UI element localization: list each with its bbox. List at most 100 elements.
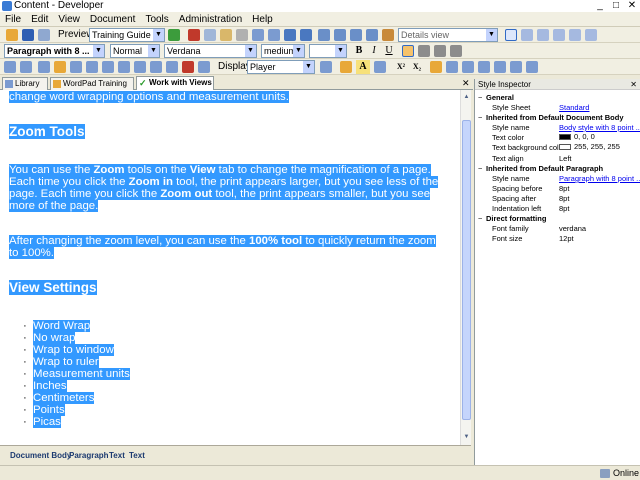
- layout-grid-icon[interactable]: [537, 29, 549, 41]
- columns-icon[interactable]: [86, 61, 98, 73]
- open-icon[interactable]: [6, 29, 18, 41]
- italic-button[interactable]: I: [367, 44, 381, 58]
- display-settings-icon[interactable]: [320, 61, 332, 73]
- bullets-icon[interactable]: [118, 61, 130, 73]
- minimize-button[interactable]: _: [592, 0, 608, 12]
- underline-button[interactable]: U: [382, 44, 396, 58]
- tab-wordpad-training[interactable]: WordPad Training: [50, 77, 134, 90]
- redo-icon[interactable]: [300, 29, 312, 41]
- highlight-icon[interactable]: [340, 61, 352, 73]
- menu-edit[interactable]: Edit: [26, 12, 53, 27]
- table-icon[interactable]: [4, 61, 16, 73]
- omega-icon[interactable]: [102, 61, 114, 73]
- list-item: · Centimeters: [23, 392, 95, 404]
- body-style-link[interactable]: Body style with 8 point ...: [559, 123, 640, 132]
- tab-library[interactable]: Library: [2, 77, 48, 90]
- dictionary-icon[interactable]: [462, 61, 474, 73]
- collapse-icon[interactable]: −: [478, 164, 486, 173]
- help-icon[interactable]: [585, 29, 597, 41]
- align-center-icon[interactable]: [418, 45, 430, 57]
- display-select[interactable]: Player ▼: [247, 60, 315, 74]
- path-document-body[interactable]: Document Body: [10, 451, 71, 460]
- eraser-icon[interactable]: [430, 61, 442, 73]
- subscript-button[interactable]: X₂: [410, 60, 424, 74]
- frame-icon[interactable]: [198, 61, 210, 73]
- collapse-icon[interactable]: −: [478, 214, 486, 223]
- color-select[interactable]: ▼: [309, 44, 347, 58]
- justify-icon[interactable]: [450, 45, 462, 57]
- style-select[interactable]: Paragraph with 8 ... ▼: [4, 44, 105, 58]
- style-sheet-link[interactable]: Standard: [559, 103, 589, 112]
- move-down-icon[interactable]: [510, 61, 522, 73]
- section-paragraph[interactable]: − Inherited from Default Paragraph: [478, 164, 603, 173]
- menu-administration[interactable]: Administration: [174, 12, 247, 27]
- preview-select[interactable]: Training Guide ▼: [89, 28, 165, 42]
- normal-select[interactable]: Normal ▼: [110, 44, 160, 58]
- save-icon[interactable]: [22, 29, 34, 41]
- move-up-icon[interactable]: [494, 61, 506, 73]
- find-icon[interactable]: [252, 29, 264, 41]
- menu-tools[interactable]: Tools: [140, 12, 173, 27]
- undo-icon[interactable]: [284, 29, 296, 41]
- superscript-button[interactable]: X²: [394, 60, 408, 74]
- menu-file[interactable]: File: [0, 12, 26, 27]
- path-text[interactable]: Text: [109, 451, 125, 460]
- path-text[interactable]: Text: [129, 451, 145, 460]
- close-inspector-icon[interactable]: ✕: [630, 80, 637, 89]
- image-insert-icon[interactable]: [182, 61, 194, 73]
- cut-icon[interactable]: [188, 29, 200, 41]
- menu-help[interactable]: Help: [247, 12, 278, 27]
- section-document-body[interactable]: − Inherited from Default Document Body: [478, 113, 624, 122]
- size-select[interactable]: medium ▼: [261, 44, 305, 58]
- paste-icon[interactable]: [220, 29, 232, 41]
- layout-single-icon[interactable]: [505, 29, 517, 41]
- zoom-in-icon[interactable]: [350, 29, 362, 41]
- zoom-out-icon[interactable]: [366, 29, 378, 41]
- clear-format-icon[interactable]: [374, 61, 386, 73]
- section-general[interactable]: − General: [478, 93, 514, 102]
- spell-icon[interactable]: [334, 29, 346, 41]
- menu-document[interactable]: Document: [85, 12, 141, 27]
- run-preview-icon[interactable]: [168, 29, 180, 41]
- print-icon[interactable]: [38, 29, 50, 41]
- section-direct-formatting[interactable]: − Direct formatting: [478, 214, 546, 223]
- scroll-thumb[interactable]: [462, 120, 471, 420]
- format-painter-icon[interactable]: [446, 61, 458, 73]
- properties-icon[interactable]: [382, 29, 394, 41]
- image-icon[interactable]: [38, 61, 50, 73]
- expand-icon[interactable]: [526, 61, 538, 73]
- menu-view[interactable]: View: [53, 12, 85, 27]
- layout-split-icon[interactable]: [521, 29, 533, 41]
- vertical-scrollbar[interactable]: ▲ ▼: [460, 90, 471, 445]
- grid-icon[interactable]: [70, 61, 82, 73]
- replace-icon[interactable]: [268, 29, 280, 41]
- indent-icon[interactable]: [166, 61, 178, 73]
- align-left-icon[interactable]: [402, 45, 414, 57]
- tab-work-with-views[interactable]: ✓ Work with Views: [136, 76, 214, 90]
- symbol-icon[interactable]: [54, 61, 66, 73]
- layout-list-icon[interactable]: [553, 29, 565, 41]
- collapse-icon[interactable]: −: [478, 113, 486, 122]
- copy-icon[interactable]: [204, 29, 216, 41]
- hyperlink-icon[interactable]: [20, 61, 32, 73]
- outdent-icon[interactable]: [150, 61, 162, 73]
- scroll-down-icon[interactable]: ▼: [462, 432, 471, 442]
- font-select[interactable]: Verdana ▼: [164, 44, 257, 58]
- numbering-icon[interactable]: [134, 61, 146, 73]
- comment-icon[interactable]: [478, 61, 490, 73]
- scroll-up-icon[interactable]: ▲: [462, 92, 471, 102]
- link-icon[interactable]: [318, 29, 330, 41]
- close-button[interactable]: ✕: [624, 0, 640, 12]
- font-color-icon[interactable]: A: [356, 60, 370, 74]
- bold-button[interactable]: B: [352, 44, 366, 58]
- align-right-icon[interactable]: [434, 45, 446, 57]
- maximize-button[interactable]: □: [608, 0, 624, 12]
- close-tab-icon[interactable]: ✕: [462, 78, 470, 89]
- window-icon[interactable]: [569, 29, 581, 41]
- document-editor[interactable]: change word wrapping options and measure…: [0, 90, 460, 445]
- path-paragraph[interactable]: Paragraph: [69, 451, 109, 460]
- view-select[interactable]: Details view ▼: [398, 28, 498, 42]
- paragraph-style-link[interactable]: Paragraph with 8 point ...: [559, 174, 640, 183]
- collapse-icon[interactable]: −: [478, 93, 486, 102]
- delete-icon[interactable]: [236, 29, 248, 41]
